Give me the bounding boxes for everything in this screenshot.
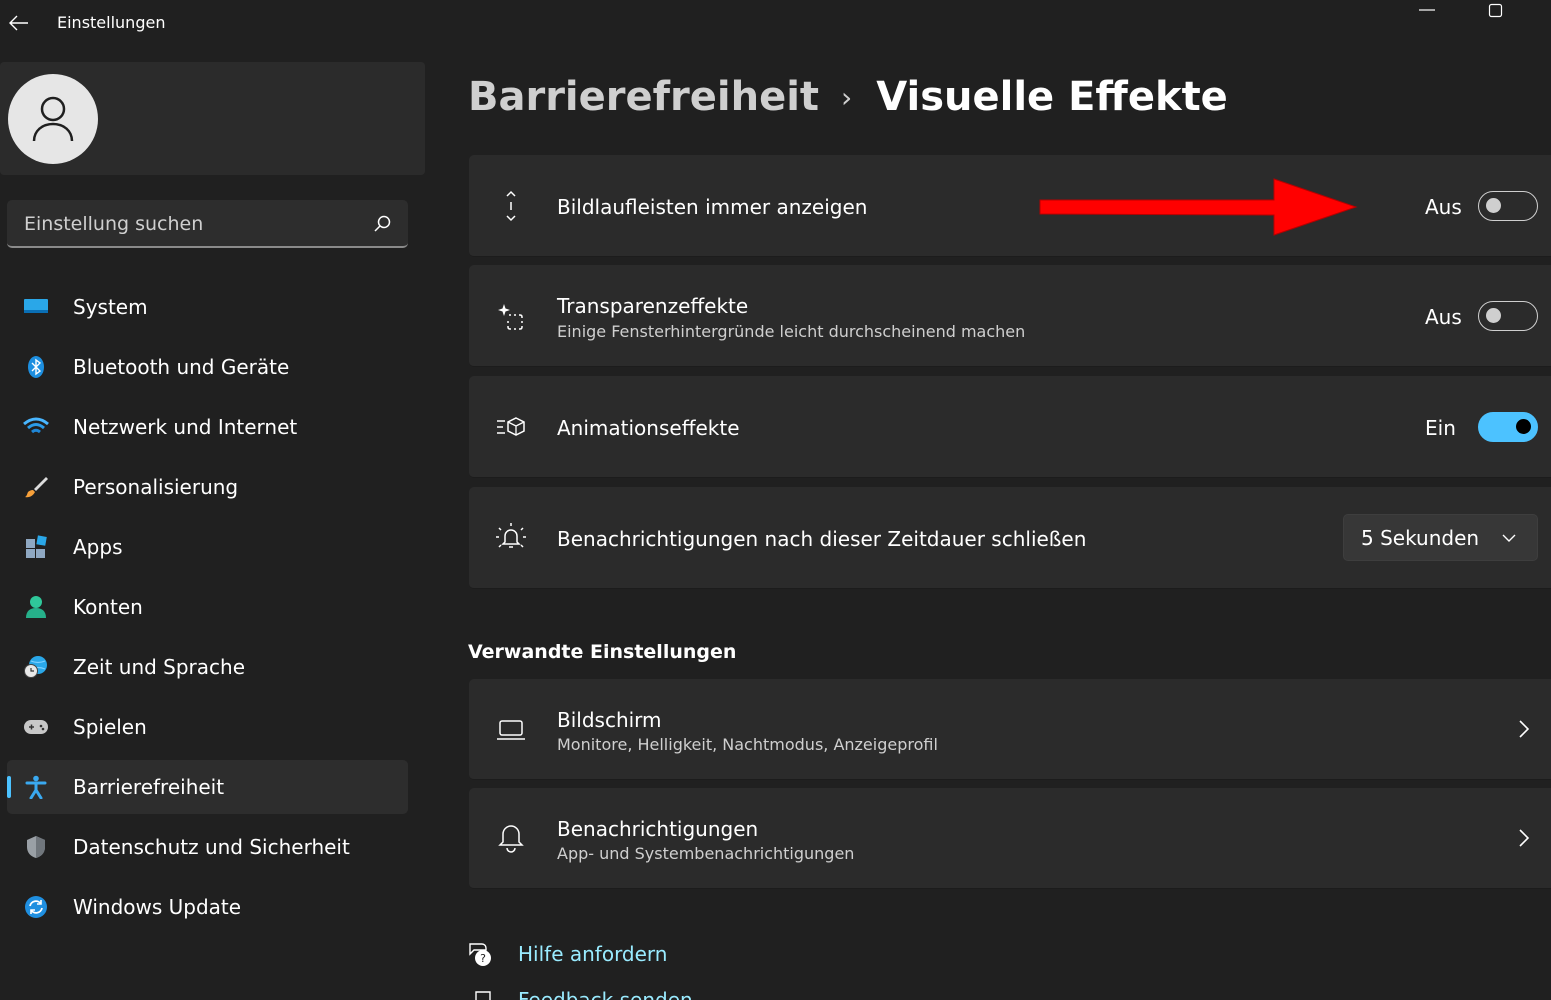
annotation-arrow-icon (1039, 178, 1358, 236)
setting-description: Einige Fensterhintergründe leicht durchs… (557, 322, 1026, 341)
search-input[interactable]: Einstellung suchen (24, 213, 203, 235)
notification-duration-icon (495, 521, 527, 553)
bluetooth-icon (23, 355, 49, 379)
select-value: 5 Sekunden (1361, 526, 1480, 550)
gamepad-icon (23, 715, 49, 739)
chevron-right-icon (1519, 720, 1530, 738)
sidebar-item-accounts[interactable]: Konten (7, 580, 408, 634)
feedback-icon (475, 991, 491, 1000)
setting-card-scrollbars: Bildlaufleisten immer anzeigen Aus (469, 155, 1551, 257)
sidebar-nav: System Bluetooth und Geräte Netzwerk und… (7, 280, 408, 940)
sidebar-item-apps[interactable]: Apps (7, 520, 408, 574)
title-bar: Einstellungen (0, 0, 1551, 48)
accessibility-icon (23, 775, 49, 799)
sidebar-item-label: Bluetooth und Geräte (73, 355, 290, 379)
apps-icon (23, 535, 49, 559)
sidebar-item-windows-update[interactable]: Windows Update (7, 880, 408, 934)
search-icon[interactable] (372, 214, 392, 234)
setting-title: Bildlaufleisten immer anzeigen (557, 195, 868, 219)
toggle-knob (1516, 419, 1531, 434)
laptop-icon (495, 714, 527, 746)
system-icon (23, 295, 49, 319)
sidebar-item-system[interactable]: System (7, 280, 408, 334)
sidebar-item-personalization[interactable]: Personalisierung (7, 460, 408, 514)
sidebar-item-label: System (73, 295, 148, 319)
bell-icon (495, 821, 527, 853)
globe-clock-icon (23, 655, 49, 679)
setting-title: Transparenzeffekte (557, 294, 749, 318)
settings-search-box[interactable]: Einstellung suchen (7, 200, 408, 248)
sidebar-item-bluetooth[interactable]: Bluetooth und Geräte (7, 340, 408, 394)
sidebar-item-label: Personalisierung (73, 475, 239, 499)
sidebar-item-label: Spielen (73, 715, 147, 739)
setting-title: Animationseffekte (557, 416, 740, 440)
chevron-down-icon (1502, 534, 1516, 542)
back-arrow-icon (9, 15, 28, 31)
scrollbar-icon (495, 190, 527, 222)
profile-card[interactable] (0, 62, 425, 175)
sidebar-item-network[interactable]: Netzwerk und Internet (7, 400, 408, 454)
scrollbars-toggle[interactable] (1478, 191, 1538, 221)
toggle-state-label: Aus (1425, 195, 1462, 219)
toggle-knob (1486, 308, 1501, 323)
sidebar-item-label: Windows Update (73, 895, 242, 919)
help-link[interactable]: Hilfe anfordern (518, 942, 667, 966)
sidebar-item-label: Datenschutz und Sicherheit (73, 835, 350, 859)
help-icon: ? (469, 943, 491, 966)
animation-icon (495, 411, 527, 443)
setting-card-animation: Animationseffekte Ein (469, 376, 1551, 478)
sidebar-item-time-language[interactable]: Zeit und Sprache (7, 640, 408, 694)
sidebar-item-label: Konten (73, 595, 143, 619)
breadcrumb: Barrierefreiheit › Visuelle Effekte (468, 74, 1228, 120)
maximize-icon (1488, 3, 1503, 18)
sidebar-item-accessibility[interactable]: Barrierefreiheit (7, 760, 408, 814)
sidebar-item-privacy[interactable]: Datenschutz und Sicherheit (7, 820, 408, 874)
minimize-button[interactable] (1409, 0, 1445, 22)
breadcrumb-parent-link[interactable]: Barrierefreiheit (468, 74, 819, 120)
page-title: Visuelle Effekte (876, 74, 1228, 120)
toggle-knob (1486, 198, 1501, 213)
setting-card-transparency: Transparenzeffekte Einige Fensterhinterg… (469, 265, 1551, 367)
user-icon (32, 96, 74, 142)
sidebar-item-gaming[interactable]: Spielen (7, 700, 408, 754)
related-description: App- und Systembenachrichtigungen (557, 844, 855, 863)
toggle-state-label: Ein (1425, 416, 1456, 440)
update-icon (23, 895, 49, 919)
related-title: Benachrichtigungen (557, 817, 759, 841)
svg-text:?: ? (480, 952, 486, 965)
related-description: Monitore, Helligkeit, Nachtmodus, Anzeig… (557, 735, 938, 754)
animation-toggle[interactable] (1478, 412, 1538, 442)
sidebar-item-label: Apps (73, 535, 123, 559)
sidebar-item-label: Netzwerk und Internet (73, 415, 298, 439)
sidebar-item-label: Barrierefreiheit (73, 775, 225, 799)
chevron-right-icon (1519, 829, 1530, 847)
breadcrumb-separator: › (841, 80, 853, 114)
related-card-display[interactable]: Bildschirm Monitore, Helligkeit, Nachtmo… (469, 679, 1551, 780)
wifi-icon (23, 415, 49, 439)
related-card-notifications[interactable]: Benachrichtigungen App- und Systembenach… (469, 788, 1551, 889)
transparency-icon (495, 300, 527, 332)
account-icon (23, 595, 49, 619)
maximize-button[interactable] (1478, 0, 1514, 22)
back-button[interactable] (4, 8, 34, 38)
toggle-state-label: Aus (1425, 305, 1462, 329)
sidebar-item-label: Zeit und Sprache (73, 655, 246, 679)
transparency-toggle[interactable] (1478, 301, 1538, 331)
setting-card-notification-duration: Benachrichtigungen nach dieser Zeitdauer… (469, 487, 1551, 589)
app-title: Einstellungen (57, 13, 166, 32)
brush-icon (23, 475, 49, 499)
notification-duration-select[interactable]: 5 Sekunden (1343, 514, 1538, 561)
shield-icon (23, 835, 49, 859)
related-settings-heading: Verwandte Einstellungen (468, 641, 737, 663)
related-title: Bildschirm (557, 708, 662, 732)
feedback-link[interactable]: Feedback senden (518, 987, 693, 1000)
avatar (8, 74, 98, 164)
minimize-icon (1419, 9, 1435, 11)
setting-title: Benachrichtigungen nach dieser Zeitdauer… (557, 527, 1087, 551)
